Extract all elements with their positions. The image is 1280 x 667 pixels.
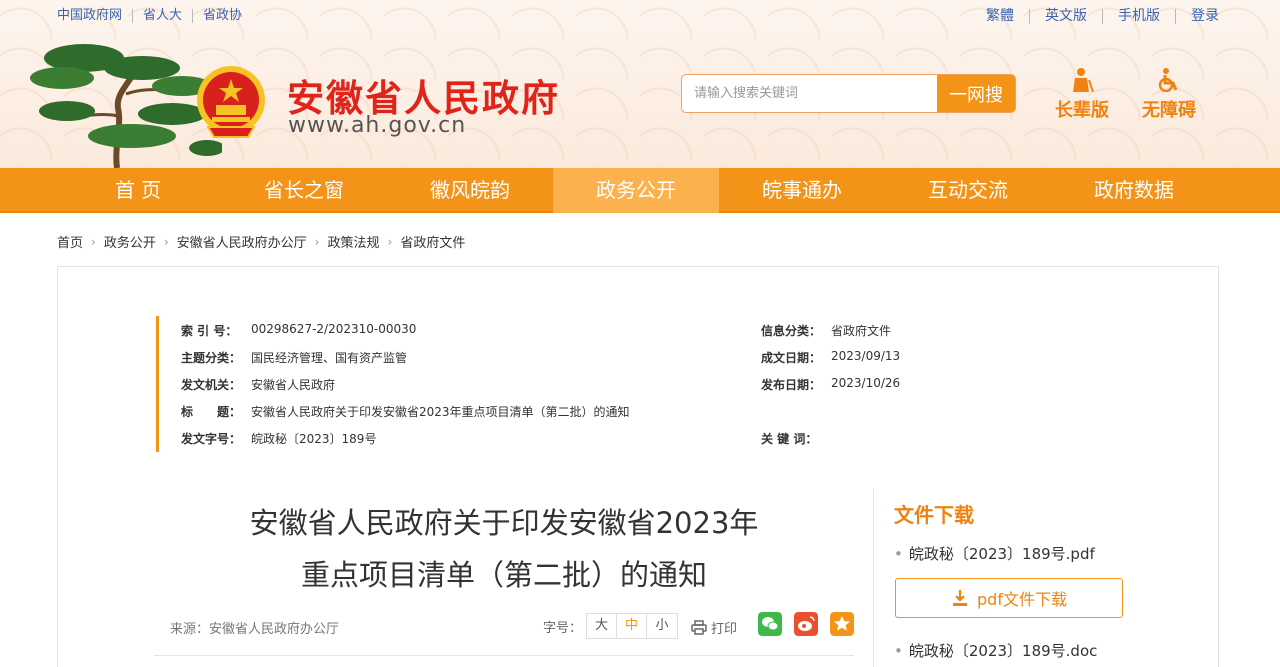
document-metadata: 索 引 号： 00298627-2/202310-00030 信息分类： 省政府… [156,316,1076,452]
meta-issuer-value: 安徽省人民政府 [251,378,336,392]
file-pdf-name[interactable]: 皖政秘〔2023〕189号.pdf [894,543,1095,564]
download-icon [953,590,968,606]
meta-issuer-label: 发文机关： [181,378,242,392]
english-version-link[interactable]: 英文版 [1030,9,1103,24]
meta-keywords: 关 键 词： [761,430,831,447]
pdf-download-label: pdf文件下载 [977,590,1067,609]
top-right-links: 繁體 英文版 手机版 登录 [971,9,1219,24]
link-provincial-congress[interactable]: 省人大 [133,9,194,23]
meta-doc-no-value: 皖政秘〔2023〕189号 [251,432,377,446]
nav-governor-window[interactable]: 省长之窗 [221,168,387,213]
weibo-share-icon[interactable] [794,612,818,636]
print-button[interactable]: 打印 [691,618,737,637]
accessibility-label: 无障碍 [1142,100,1196,121]
meta-index-value: 00298627-2/202310-00030 [251,322,417,336]
meta-topic-label: 主题分类： [181,351,242,365]
elderly-icon [1073,68,1094,92]
link-provincial-cppcc[interactable]: 省政协 [193,9,252,23]
login-link[interactable]: 登录 [1176,9,1219,24]
elderly-mode-label: 长辈版 [1055,100,1109,121]
meta-index: 索 引 号： 00298627-2/202310-00030 [181,322,416,339]
meta-title-label: 标 题： [181,405,242,419]
font-size-control: 字号： 大 中 小 [543,613,679,639]
nav-interaction[interactable]: 互动交流 [885,168,1051,213]
mobile-version-link[interactable]: 手机版 [1103,9,1176,24]
meta-topic: 主题分类： 国民经济管理、国有资产监管 [181,349,407,366]
font-size-label: 字号： [543,620,583,636]
nav-government-data[interactable]: 政府数据 [1051,168,1217,213]
meta-date-pub: 发布日期： 2023/10/26 [761,376,900,393]
content-panel: 索 引 号： 00298627-2/202310-00030 信息分类： 省政府… [57,266,1219,667]
chevron-right-icon: › [91,234,96,249]
meta-category: 信息分类： 省政府文件 [761,322,891,339]
printer-icon [691,620,707,635]
font-size-small[interactable]: 小 [647,614,677,638]
link-gov-cn[interactable]: 中国政府网 [57,9,134,23]
meta-topic-value: 国民经济管理、国有资产监管 [251,351,408,365]
search-input[interactable] [682,75,937,112]
meta-title-value: 安徽省人民政府关于印发安徽省2023年重点项目清单（第二批）的通知 [251,405,630,419]
breadcrumb: 首页 › 政务公开 › 安徽省人民政府办公厅 › 政策法规 › 省政府文件 [57,232,465,252]
meta-doc-no-label: 发文字号： [181,432,242,446]
search-button[interactable]: 一网搜 [937,75,1015,112]
font-size-options: 大 中 小 [586,613,679,639]
file-download-title: 文件下载 [894,503,974,527]
meta-doc-no: 发文字号： 皖政秘〔2023〕189号 [181,430,376,447]
wheelchair-icon [1158,68,1178,92]
favorite-star-icon[interactable] [830,612,854,636]
meta-date-pub-label: 发布日期： [761,378,822,392]
meta-title: 标 题： 安徽省人民政府关于印发安徽省2023年重点项目清单（第二批）的通知 [181,403,630,420]
chevron-right-icon: › [387,234,393,249]
chevron-right-icon: › [314,234,320,249]
breadcrumb-general-office[interactable]: 安徽省人民政府办公厅 [177,232,307,251]
nav-government-affairs[interactable]: 政务公开 [553,168,719,213]
nav-home[interactable]: 首 页 [55,168,221,213]
elderly-mode-button[interactable]: 长辈版 [1052,68,1112,122]
meta-category-label: 信息分类： [761,324,822,338]
meta-index-label: 索 引 号： [181,324,238,338]
article-source: 来源：安徽省人民政府办公厅 [170,622,340,637]
article-title-line1: 安徽省人民政府关于印发安徽省2023年 [249,506,759,540]
print-label: 打印 [711,622,738,637]
nav-anhui-culture[interactable]: 徽风皖韵 [387,168,553,213]
meta-date-made-value: 2023/09/13 [831,349,901,363]
meta-issuer: 发文机关： 安徽省人民政府 [181,376,335,393]
traditional-chinese-link[interactable]: 繁體 [971,9,1030,24]
wechat-share-icon[interactable] [758,612,782,636]
main-nav: 首 页 省长之窗 徽风皖韵 政务公开 皖事通办 互动交流 政府数据 [0,168,1280,213]
search-bar: 一网搜 [681,74,1016,113]
meta-keywords-label: 关 键 词： [761,432,818,446]
breadcrumb-provincial-documents[interactable]: 省政府文件 [400,232,465,251]
file-download-panel: 文件下载 皖政秘〔2023〕189号.pdf pdf文件下载 皖政秘〔2023〕… [873,489,1123,667]
pine-tree-logo [30,44,222,168]
site-url: www.ah.gov.cn [288,113,467,138]
font-size-medium[interactable]: 中 [617,614,648,638]
chevron-right-icon: › [163,234,169,249]
article-title: 安徽省人民政府关于印发安徽省2023年 重点项目清单（第二批）的通知 [154,497,854,601]
file-doc-name[interactable]: 皖政秘〔2023〕189号.doc [894,640,1098,661]
meta-category-value: 省政府文件 [831,324,892,338]
font-size-large[interactable]: 大 [587,614,618,638]
breadcrumb-home[interactable]: 首页 [57,232,83,251]
accessibility-button[interactable]: 无障碍 [1139,68,1199,122]
article-title-line2: 重点项目清单（第二批）的通知 [300,558,707,592]
meta-date-made-label: 成文日期： [761,351,822,365]
pdf-download-button[interactable]: pdf文件下载 [895,578,1123,618]
content-divider [154,655,854,656]
breadcrumb-policies[interactable]: 政策法规 [327,232,379,251]
national-emblem-icon [197,66,265,138]
top-links: 中国政府网 省人大 省政协 [57,9,252,23]
breadcrumb-government-affairs[interactable]: 政务公开 [104,232,156,251]
nav-services[interactable]: 皖事通办 [719,168,885,213]
meta-date-made: 成文日期： 2023/09/13 [761,349,900,366]
site-header: 中国政府网 省人大 省政协 繁體 英文版 手机版 登录 安徽省人民政府 www.… [0,0,1280,168]
meta-date-pub-value: 2023/10/26 [831,376,901,390]
